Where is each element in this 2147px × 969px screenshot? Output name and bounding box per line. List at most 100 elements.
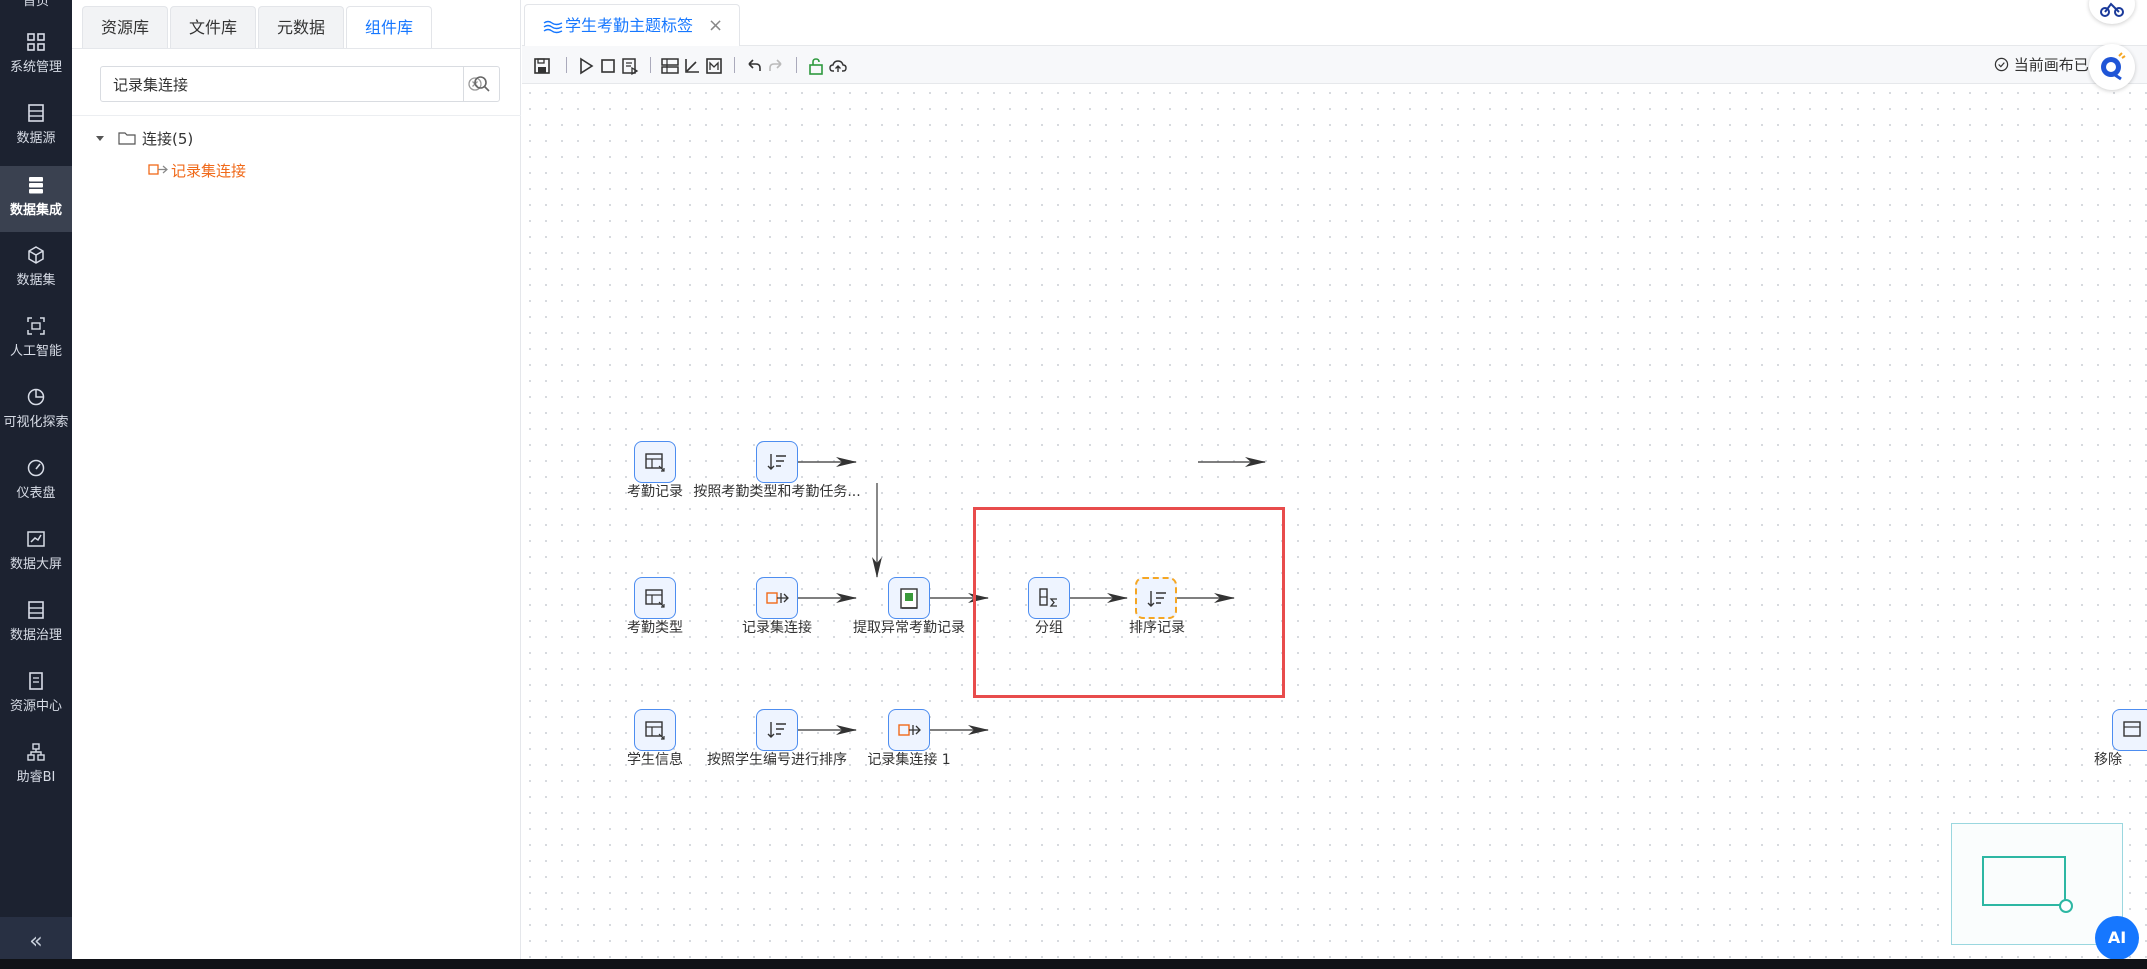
nav-item-big-screen[interactable]: 数据大屏 — [0, 529, 72, 583]
double-chevron-left-icon: « — [29, 929, 43, 954]
component-search — [100, 66, 500, 102]
gauge-icon — [27, 459, 45, 477]
bottom-bar — [0, 959, 2147, 969]
flow-connections — [776, 457, 1266, 735]
ai-button-label: AI — [2107, 928, 2127, 947]
nav-item-datasource[interactable]: 数据源 — [0, 103, 72, 157]
nav-item-label: 首页 — [22, 0, 49, 9]
nav-item-label: 人工智能 — [9, 344, 62, 359]
ai-button[interactable]: AI — [2095, 916, 2139, 960]
chat-assistant-button[interactable] — [2089, 44, 2135, 90]
nav-item-dashboard[interactable]: 仪表盘 — [0, 458, 72, 512]
node-label: 按照学生编号进行排序 — [707, 752, 847, 768]
document-icon — [29, 672, 43, 690]
nav-item-integration[interactable]: 数据集成 — [0, 166, 72, 232]
minimap-viewport[interactable] — [1982, 856, 2066, 906]
node-recordset-join[interactable] — [888, 709, 930, 751]
divider — [72, 48, 521, 49]
sort-icon — [767, 454, 786, 470]
nav-item-visual-explore[interactable]: 可视化探索 — [0, 387, 72, 441]
node-sort[interactable] — [756, 709, 798, 751]
nav-item-ai[interactable]: 人工智能 — [0, 316, 72, 370]
run-config-icon[interactable] — [620, 56, 640, 76]
grid-layout-icon[interactable] — [660, 56, 680, 76]
node-javascript[interactable] — [888, 577, 930, 619]
search-input[interactable] — [101, 67, 441, 101]
search-button[interactable] — [463, 67, 499, 101]
toolbar-separator — [650, 57, 651, 73]
nav-item-label: 数据治理 — [9, 628, 62, 643]
script-icon — [900, 588, 918, 609]
node-recordset-join[interactable] — [756, 577, 798, 619]
frame-icon[interactable] — [704, 56, 724, 76]
minimap-resize-handle[interactable] — [2059, 899, 2073, 913]
nav-item-resource-center[interactable]: 资源中心 — [0, 671, 72, 725]
cube-icon — [28, 246, 44, 264]
node-remove[interactable] — [2112, 709, 2147, 751]
nav-item-system[interactable]: 系统管理 — [0, 32, 72, 86]
grid-icon — [27, 33, 45, 51]
tree-item-label: 记录集连接 — [171, 162, 247, 180]
tab-resource-library[interactable]: 资源库 — [82, 6, 168, 48]
nav-item-label: 数据大屏 — [9, 557, 62, 572]
tab-file-library[interactable]: 文件库 — [170, 6, 256, 48]
nav-item-label: 可视化探索 — [3, 415, 69, 430]
sort-icon — [1147, 591, 1166, 607]
cloud-upload-icon[interactable] — [828, 56, 848, 76]
table-input-icon — [645, 453, 665, 472]
group-by-icon — [1039, 588, 1057, 607]
tab-label: 元数据 — [276, 18, 325, 37]
table-input-icon — [645, 721, 665, 740]
search-icon — [474, 76, 490, 92]
table-input-icon — [645, 589, 665, 608]
node-table-input[interactable] — [634, 577, 676, 619]
undo-icon[interactable] — [744, 56, 764, 76]
tab-label: 资源库 — [100, 18, 149, 37]
tab-component-library[interactable]: 组件库 — [346, 6, 432, 48]
nav-item-label: 资源中心 — [9, 699, 62, 714]
line-chart-icon — [27, 531, 45, 547]
nav-item-label: 数据集 — [16, 273, 56, 288]
caret-down-icon[interactable] — [94, 133, 106, 145]
divider — [72, 115, 521, 116]
check-circle-icon — [1994, 57, 2009, 72]
run-icon[interactable] — [576, 56, 596, 76]
node-label: 移除 — [2094, 752, 2122, 768]
join-icon — [766, 592, 789, 604]
join-icon — [148, 164, 168, 175]
nav-item-governance[interactable]: 数据治理 — [0, 600, 72, 654]
node-label: 记录集连接 1 — [867, 752, 951, 768]
flow-editor: 学生考勤主题标签 × 当前画布已 考勤记录 按照考勤类型和考勤任务... 考勤类… — [522, 0, 2147, 959]
close-icon[interactable]: × — [708, 5, 723, 47]
node-label: 考勤记录 — [627, 484, 683, 500]
node-sort-selected[interactable] — [1135, 577, 1177, 619]
tab-student-attendance[interactable]: 学生考勤主题标签 × — [524, 4, 740, 46]
tab-metadata[interactable]: 元数据 — [258, 6, 344, 48]
nav-item-dataset[interactable]: 数据集 — [0, 245, 72, 299]
flow-canvas[interactable]: 考勤记录 按照考勤类型和考勤任务... 考勤类型 记录集连接 提取异常考勤记录 … — [522, 85, 2147, 959]
node-table-input[interactable] — [634, 441, 676, 483]
node-label: 考勤类型 — [627, 620, 683, 636]
canvas-status: 当前画布已 — [1994, 54, 2089, 75]
chat-bubble-icon — [2101, 52, 2126, 81]
node-label: 学生信息 — [627, 752, 683, 768]
node-table-input[interactable] — [634, 709, 676, 751]
unlock-icon[interactable] — [806, 56, 826, 76]
nav-item-zhurui-bi[interactable]: 助睿BI — [0, 742, 72, 796]
node-sort[interactable] — [756, 441, 798, 483]
nav-item-label: 系统管理 — [9, 60, 62, 75]
nav-item-label: 数据源 — [16, 131, 56, 146]
server-stack-icon — [29, 177, 43, 194]
node-label: 提取异常考勤记录 — [853, 620, 965, 636]
sort-icon — [767, 722, 786, 738]
nav-item-label: 助睿BI — [16, 770, 56, 785]
stop-icon[interactable] — [598, 56, 618, 76]
highlight-box — [973, 507, 1285, 698]
table-icon — [2123, 721, 2141, 737]
node-group[interactable] — [1028, 577, 1070, 619]
redo-icon[interactable] — [766, 56, 786, 76]
node-label: 按照考勤类型和考勤任务... — [693, 484, 861, 500]
nav-item-home[interactable]: 首页 — [0, 0, 72, 10]
save-icon[interactable] — [532, 56, 552, 76]
axis-align-icon[interactable] — [682, 56, 702, 76]
